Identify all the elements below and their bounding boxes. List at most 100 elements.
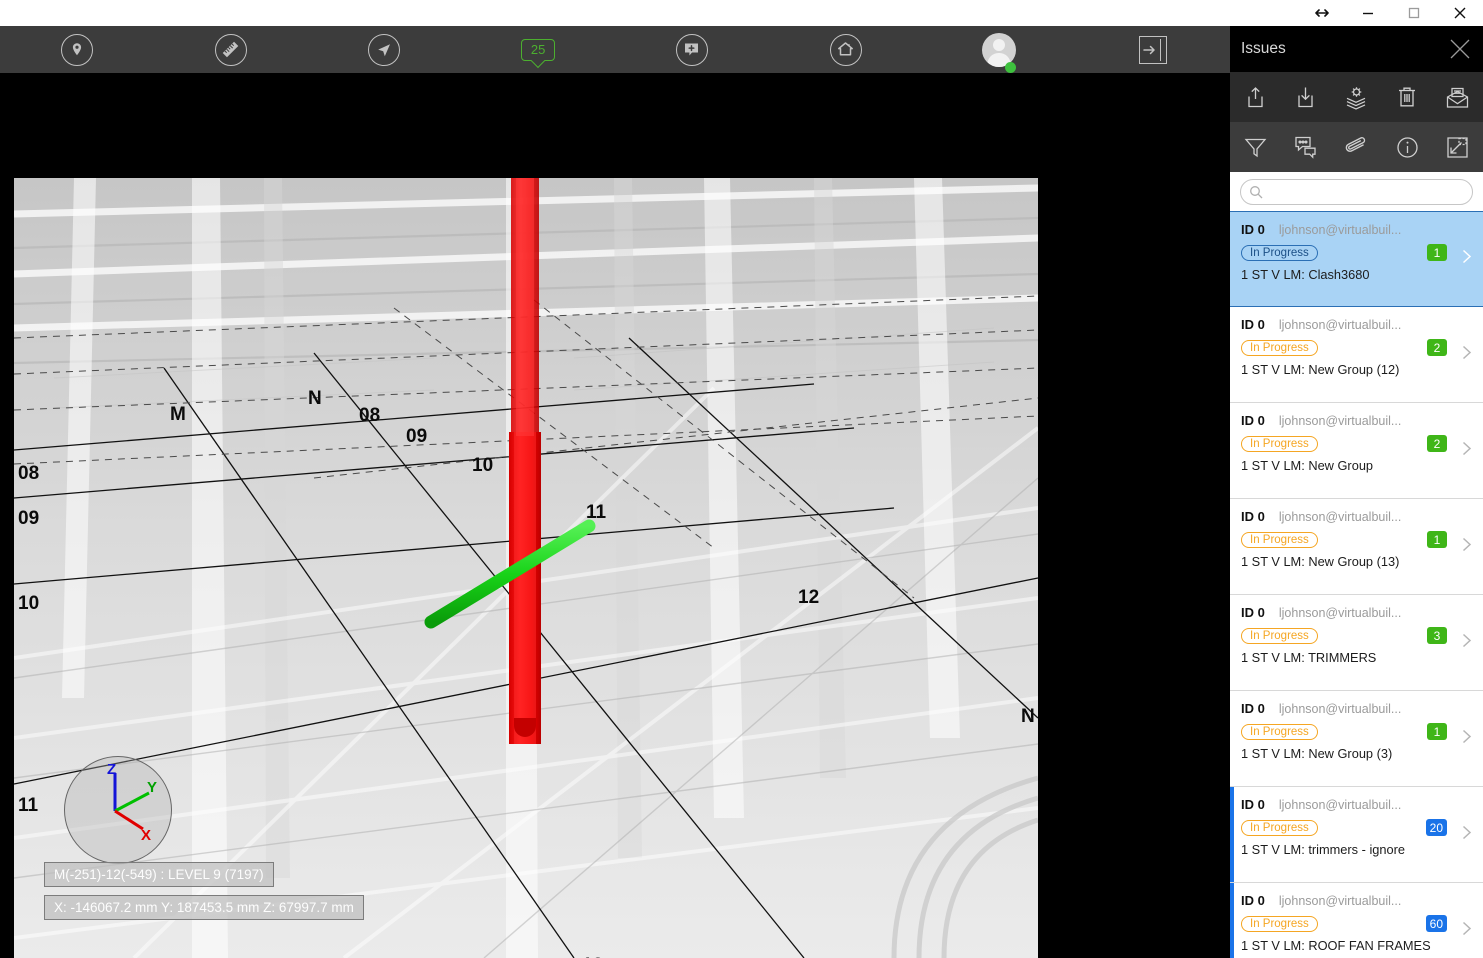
issue-assignee: ljohnson@virtualbuil... (1278, 894, 1402, 908)
issue-list-item[interactable]: ID 0 ljohnson@virtualbuil... In Progress 1 1… (1230, 499, 1483, 595)
grid-label: 12 (798, 587, 820, 608)
chevron-right-icon[interactable] (1457, 439, 1476, 463)
grid-label: 09 (406, 426, 428, 447)
comment-count-badge: 25 (520, 38, 556, 61)
viewer-area: 25 M N 08 09 10 11 08 09 10 11 12 N Z Y … (0, 26, 1230, 958)
toolbar-button-location[interactable] (0, 26, 154, 73)
issue-list-item[interactable]: ID 0 ljohnson@virtualbuil... In Progress 20… (1230, 787, 1483, 883)
chevron-right-icon[interactable] (1457, 631, 1476, 655)
toolbar-button-home-view[interactable] (769, 26, 923, 73)
grid-label: 11 (18, 795, 39, 816)
window-close-button[interactable] (1437, 0, 1483, 26)
add-markup-icon (675, 33, 708, 66)
panel-actions-primary (1230, 72, 1483, 122)
close-icon[interactable] (1447, 36, 1473, 62)
collapse-panel-icon (1139, 35, 1168, 64)
chevron-right-icon[interactable] (1457, 343, 1476, 367)
coordinates-readout: X: -146067.2 mm Y: 187453.5 mm Z: 67997.… (44, 895, 364, 920)
toolbar-button-add-markup[interactable] (615, 26, 769, 73)
chevron-right-icon[interactable] (1457, 823, 1476, 847)
issue-title: 1 ST V LM: New Group (3) (1241, 746, 1393, 761)
issue-title: 1 ST V LM: New Group (13) (1241, 554, 1400, 569)
status-badge: In Progress (1241, 244, 1318, 261)
issue-id-value: 0 (1257, 509, 1265, 524)
issue-count-badge: 1 (1427, 723, 1447, 740)
issue-id-label: ID (1241, 317, 1254, 332)
panel-actions-secondary (1230, 122, 1483, 172)
expand-selection-icon[interactable] (1432, 122, 1483, 172)
issue-id: ID 0 (1241, 701, 1265, 716)
issue-id-value: 0 (1257, 413, 1265, 428)
status-badge: In Progress (1241, 723, 1318, 740)
issue-id-value: 0 (1257, 317, 1265, 332)
application-window: 25 M N 08 09 10 11 08 09 10 11 12 N Z Y … (0, 0, 1483, 958)
info-icon[interactable] (1382, 122, 1433, 172)
grid-label: 08 (359, 405, 381, 426)
issue-list-item[interactable]: ID 0 ljohnson@virtualbuil... In Progress 60… (1230, 883, 1483, 958)
issue-assignee: ljohnson@virtualbuil... (1278, 798, 1402, 812)
issue-id-value: 0 (1257, 222, 1265, 237)
issue-list-item[interactable]: ID 0 ljohnson@virtualbuil... In Progress 2 1… (1230, 307, 1483, 403)
chevron-right-icon[interactable] (1457, 727, 1476, 751)
toolbar-button-measure[interactable] (154, 26, 308, 73)
issue-title: 1 ST V LM: TRIMMERS (1241, 650, 1377, 665)
toolbar-button-navigate[interactable] (308, 26, 462, 73)
issue-title: 1 ST V LM: New Group (12) (1241, 362, 1400, 377)
issue-id-value: 0 (1257, 605, 1265, 620)
gizmo-y-label: Y (147, 779, 158, 796)
download-icon[interactable] (1281, 72, 1332, 122)
status-badge: In Progress (1241, 435, 1318, 452)
search-icon (1250, 185, 1263, 198)
grid-label: N (308, 388, 322, 409)
toolbar-button-collapse-panel[interactable] (1076, 26, 1230, 73)
window-resize-button[interactable] (1299, 0, 1345, 26)
status-badge: In Progress (1241, 819, 1318, 836)
issue-list-item[interactable]: ID 0 ljohnson@virtualbuil... In Progress 3 1… (1230, 595, 1483, 691)
model-3d-viewport[interactable]: MN080910110809101112NM12 Z Y X M(-251)-1… (14, 178, 1038, 958)
element-readout: M(-251)-12(-549) : LEVEL 9 (7197) (44, 862, 274, 887)
window-maximize-button[interactable] (1391, 0, 1437, 26)
grid-label: 10 (18, 593, 40, 614)
comments-icon[interactable] (1281, 122, 1332, 172)
location-pin-icon (60, 33, 93, 66)
search-box[interactable] (1240, 178, 1473, 205)
toolbar-comment-count[interactable]: 25 (461, 26, 615, 73)
gizmo-x-label: X (141, 827, 152, 844)
search-input[interactable] (1269, 184, 1464, 199)
share-export-icon[interactable] (1230, 72, 1281, 122)
grid-label: 08 (18, 463, 40, 484)
issue-list-item[interactable]: ID 0 ljohnson@virtualbuil... In Progress 1 1… (1230, 691, 1483, 787)
mail-envelope-icon[interactable] (1432, 72, 1483, 122)
issue-id: ID 0 (1241, 222, 1265, 237)
home-view-icon (829, 33, 862, 66)
issue-id: ID 0 (1241, 605, 1265, 620)
issue-assignee: ljohnson@virtualbuil... (1278, 606, 1402, 620)
issue-title: 1 ST V LM: New Group (1241, 458, 1374, 473)
issue-id: ID 0 (1241, 893, 1265, 908)
window-titlebar (0, 0, 1483, 26)
delete-trash-icon[interactable] (1382, 72, 1433, 122)
grid-label: 10 (472, 455, 494, 476)
issue-id-label: ID (1241, 413, 1254, 428)
issue-id-label: ID (1241, 222, 1254, 237)
grid-label: M (170, 404, 186, 425)
toolbar-user-account[interactable] (923, 26, 1077, 73)
attachment-paperclip-icon[interactable] (1331, 122, 1382, 172)
chevron-right-icon[interactable] (1457, 535, 1476, 559)
filter-funnel-icon[interactable] (1230, 122, 1281, 172)
chevron-right-icon[interactable] (1457, 247, 1476, 271)
issue-list-item[interactable]: ID 0 ljohnson@virtualbuil... In Progress 2 1… (1230, 403, 1483, 499)
axis-orientation-gizmo[interactable]: Z Y X (64, 756, 172, 864)
issues-list[interactable]: ID 0 ljohnson@virtualbuil... In Progress 1 1… (1230, 211, 1483, 958)
window-minimize-button[interactable] (1345, 0, 1391, 26)
issue-count-badge: 20 (1425, 819, 1447, 836)
issue-id-value: 0 (1257, 701, 1265, 716)
status-badge: In Progress (1241, 531, 1318, 548)
chevron-right-icon[interactable] (1457, 919, 1476, 943)
issue-list-item[interactable]: ID 0 ljohnson@virtualbuil... In Progress 1 1… (1230, 211, 1483, 307)
issue-id-label: ID (1241, 605, 1254, 620)
issue-id: ID 0 (1241, 317, 1265, 332)
layer-settings-icon[interactable] (1331, 72, 1382, 122)
issue-title: 1 ST V LM: trimmers - ignore (1241, 842, 1406, 857)
issue-title: 1 ST V LM: ROOF FAN FRAMES (1241, 938, 1431, 953)
